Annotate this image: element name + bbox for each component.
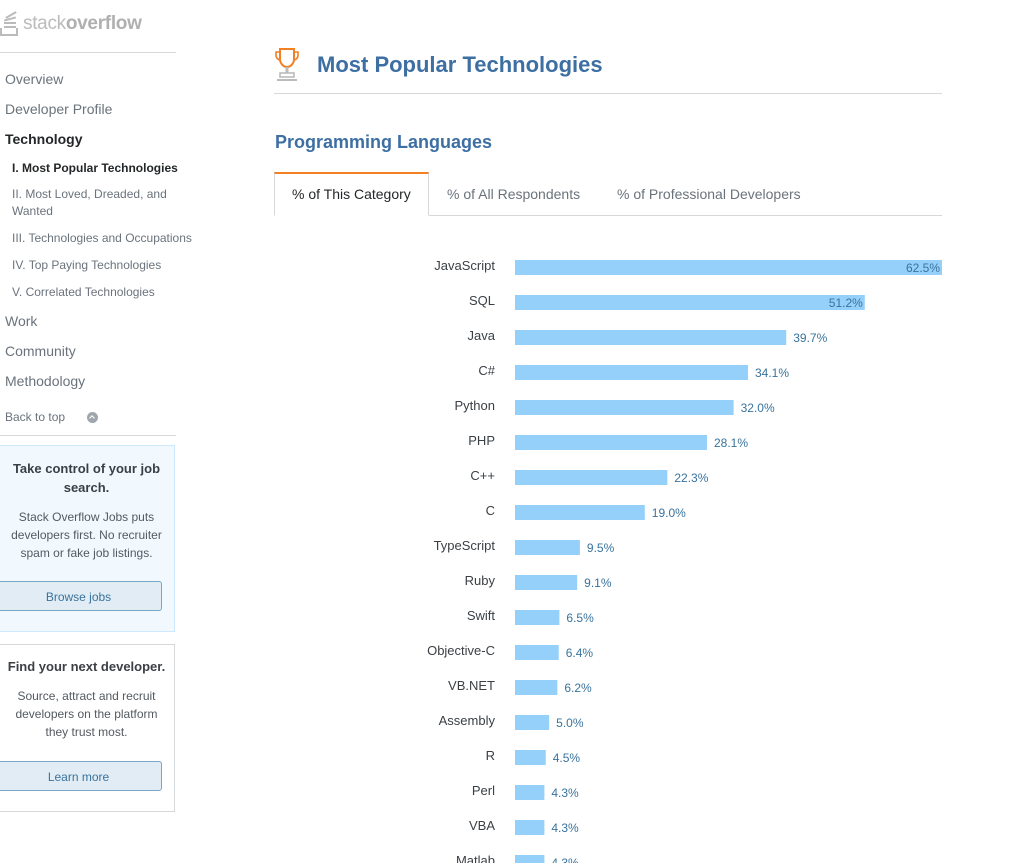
category-tabs: % of This Category % of All Respondents …: [274, 172, 942, 216]
bar-value-java: 39.7%: [793, 331, 827, 345]
bar-value-vb-net: 6.2%: [564, 681, 592, 695]
hiring-promo-body: Source, attract and recruit developers o…: [15, 689, 158, 739]
sidebar-item-developer-profile[interactable]: Developer Profile: [5, 101, 112, 117]
bar-label-cpp: C++: [470, 468, 495, 483]
bar-label-csharp: C#: [478, 363, 495, 378]
bar-label-matlab: Matlab: [456, 853, 495, 863]
back-to-top-label: Back to top: [5, 410, 66, 424]
learn-more-button[interactable]: Learn more: [0, 761, 162, 791]
sidebar-item-work[interactable]: Work: [5, 313, 37, 329]
sidebar-subitem-correlated[interactable]: V. Correlated Technologies: [12, 284, 202, 301]
bar-value-ruby: 9.1%: [584, 576, 612, 590]
bar-java: [515, 330, 787, 345]
bar-perl: [515, 785, 545, 800]
bar-value-swift: 6.5%: [566, 611, 594, 625]
bar-label-c: C: [486, 503, 495, 518]
bar-label-java: Java: [468, 328, 496, 343]
bar-label-swift: Swift: [467, 608, 496, 623]
bar-label-ruby: Ruby: [465, 573, 496, 588]
bar-assembly: [515, 715, 550, 730]
bar-label-objective-c: Objective-C: [427, 643, 495, 658]
hiring-promo-card: Find your next developer. Source, attrac…: [0, 644, 175, 812]
bar-ruby: [515, 575, 578, 590]
logo-wordmark: stackoverflow: [23, 13, 142, 34]
bar-value-objective-c: 6.4%: [566, 646, 594, 660]
trophy-icon: [275, 48, 299, 81]
bar-swift: [515, 610, 560, 625]
bar-label-javascript: JavaScript: [434, 258, 495, 273]
section-title: Programming Languages: [275, 132, 493, 152]
bar-value-cpp: 22.3%: [674, 471, 708, 485]
bar-value-c: 19.0%: [652, 506, 686, 520]
bar-typescript: [515, 540, 580, 555]
sidebar-item-overview[interactable]: Overview: [5, 71, 63, 87]
jobs-promo-title: Take control of your job search.: [12, 461, 161, 495]
sidebar-divider: [0, 52, 176, 53]
page-title: Most Popular Technologies: [317, 52, 603, 77]
tab-this-category[interactable]: % of This Category: [274, 172, 429, 216]
bar-sql: [515, 295, 865, 310]
bar-csharp: [515, 365, 748, 380]
sidebar-subitem-most-loved[interactable]: II. Most Loved, Dreaded, and Wanted: [12, 186, 180, 220]
bar-label-perl: Perl: [472, 783, 495, 798]
bar-label-assembly: Assembly: [439, 713, 496, 728]
popular-languages-chart: JavaScript 62.5% SQL 51.2% Java 39.7% C# 34.1% P…: [427, 258, 942, 863]
sidebar-item-technology[interactable]: Technology: [5, 131, 83, 147]
bar-label-vba: VBA: [469, 818, 495, 833]
stackoverflow-logo[interactable]: stackoverflow: [0, 10, 142, 38]
bar-r: [515, 750, 546, 765]
bar-label-typescript: TypeScript: [434, 538, 496, 553]
back-to-top-link[interactable]: Back to top: [5, 410, 99, 424]
bar-value-php: 28.1%: [714, 436, 748, 450]
bar-label-vb-net: VB.NET: [448, 678, 495, 693]
bar-value-python: 32.0%: [741, 401, 775, 415]
bar-objective-c: [515, 645, 559, 660]
bar-php: [515, 435, 707, 450]
sidebar-item-community[interactable]: Community: [5, 343, 76, 359]
bar-value-csharp: 34.1%: [755, 366, 789, 380]
bar-value-assembly: 5.0%: [556, 716, 584, 730]
bar-value-javascript: 62.5%: [906, 261, 940, 275]
bar-value-vba: 4.3%: [551, 821, 579, 835]
bar-vba: [515, 820, 545, 835]
bar-python: [515, 400, 734, 415]
hiring-promo-title: Find your next developer.: [7, 659, 166, 674]
sidebar-divider-2: [0, 435, 176, 436]
bar-matlab: [515, 855, 545, 863]
sidebar-item-methodology[interactable]: Methodology: [5, 373, 85, 389]
jobs-promo-body: Stack Overflow Jobs puts developers firs…: [11, 510, 162, 560]
bar-value-perl: 4.3%: [551, 786, 579, 800]
sidebar-subitem-most-popular[interactable]: I. Most Popular Technologies: [12, 160, 182, 177]
browse-jobs-button[interactable]: Browse jobs: [0, 581, 162, 611]
bar-cpp: [515, 470, 668, 485]
title-divider: [274, 93, 942, 94]
bar-javascript: [515, 260, 942, 275]
bar-label-r: R: [486, 748, 495, 763]
sidebar-subitem-occupations[interactable]: III. Technologies and Occupations: [12, 230, 202, 247]
stackoverflow-logo-icon: [0, 11, 20, 36]
chevron-up-circle-icon: [87, 411, 99, 423]
bar-value-sql: 51.2%: [829, 296, 863, 310]
jobs-promo-card: Take control of your job search. Stack O…: [0, 445, 175, 632]
tab-all-respondents[interactable]: % of All Respondents: [430, 172, 597, 216]
bar-label-python: Python: [455, 398, 495, 413]
bar-label-sql: SQL: [469, 293, 495, 308]
bar-value-matlab: 4.3%: [551, 856, 579, 863]
tab-professional-developers[interactable]: % of Professional Developers: [600, 172, 818, 216]
sidebar-subitem-top-paying[interactable]: IV. Top Paying Technologies: [12, 257, 202, 274]
bar-c: [515, 505, 645, 520]
bar-value-typescript: 9.5%: [587, 541, 615, 555]
bar-label-php: PHP: [468, 433, 495, 448]
bar-vb-net: [515, 680, 558, 695]
bar-value-r: 4.5%: [553, 751, 581, 765]
